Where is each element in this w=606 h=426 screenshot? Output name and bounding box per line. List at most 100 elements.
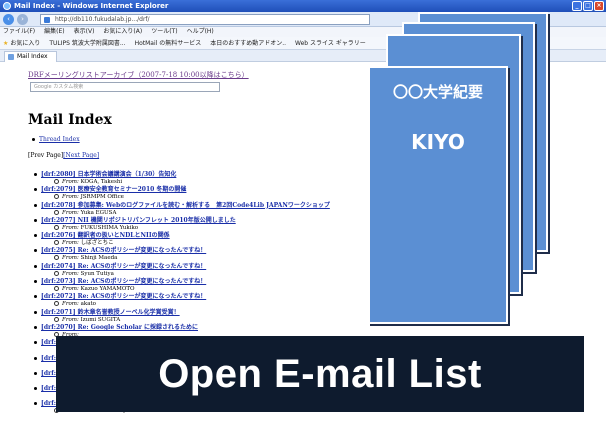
message-from: From: KOGA, Takeshi xyxy=(34,179,394,186)
message-subject-link[interactable]: [drf:2072] Re: ACSのポリシーが変更になったんですね！ xyxy=(34,293,394,301)
menu-help[interactable]: ヘルプ(H) xyxy=(187,27,214,37)
from-label: From: xyxy=(62,194,79,201)
message-subject-link[interactable]: [drf:2076] 翻訳者の扱いとNDLとNIIの関係 xyxy=(34,232,394,240)
bullet-icon xyxy=(34,280,37,284)
message-row: [drf:2072] Re: ACSのポリシーが変更になったんですね！ From:… xyxy=(34,293,394,308)
thread-index-link[interactable]: Thread Index xyxy=(39,136,80,143)
message-subject-text: [drf:2074] Re: ACSのポリシーが変更になったんですね！ xyxy=(41,262,207,270)
menu-file[interactable]: ファイル(F) xyxy=(3,27,35,37)
message-row: [drf:2075] Re: ACSのポリシーが変更になったんですね！ From:… xyxy=(34,247,394,262)
from-label: From: xyxy=(62,316,79,323)
from-name: Shinji Maeda xyxy=(80,255,118,262)
message-subject-link[interactable]: [drf:2070] Re: Google Scholar に採録されるために xyxy=(34,324,394,332)
back-button[interactable]: ‹ xyxy=(3,14,14,25)
bullet-icon xyxy=(34,325,37,329)
message-from: From: Syun Tutiya xyxy=(34,271,394,278)
favorite-item-hotmail[interactable]: HotMail の無料サービス xyxy=(135,37,202,49)
from-label: From: xyxy=(62,240,79,247)
next-page-link[interactable]: [Next Page] xyxy=(63,152,99,159)
message-subject-link[interactable]: [drf:2074] Re: ACSのポリシーが変更になったんですね！ xyxy=(34,263,394,271)
message-subject-text: [drf:2076] 翻訳者の扱いとNDLとNIIの関係 xyxy=(41,232,170,240)
bullet-icon xyxy=(34,387,37,391)
bullet-icon xyxy=(34,249,37,253)
message-row: [drf:2073] Re: ACSのポリシーが変更になったんですね！ From:… xyxy=(34,278,394,293)
search-input[interactable]: Google カスタム検索 xyxy=(30,82,220,92)
close-button[interactable]: × xyxy=(594,1,604,11)
message-subject-link[interactable]: [drf:2079] 医療安全教育セミナー2010 冬期の開催 xyxy=(34,186,394,194)
bullet-icon xyxy=(34,203,37,207)
url-input[interactable]: http://db110.fukudalab.jp.../drf/ xyxy=(40,14,370,25)
thread-index-item: Thread Index xyxy=(32,136,80,143)
message-subject-text: [drf:2079] 医療安全教育セミナー2010 冬期の開催 xyxy=(41,186,187,194)
message-subject-text: [drf:2078] 参加募集: Webのログファイルを読む・解析する 第2回C… xyxy=(41,201,330,209)
from-label: From: xyxy=(62,286,79,293)
journal-card-front: 〇〇大学紀要 KIYO xyxy=(368,66,508,324)
from-label: From: xyxy=(62,270,79,277)
archive-link[interactable]: DRFメーリングリストアーカイブ（2007-7-18 10:00以降はこちら） xyxy=(28,70,249,80)
from-name: しばざとちこ xyxy=(80,240,114,247)
bullet-icon xyxy=(34,310,37,314)
tab-mail-index[interactable]: Mail Index xyxy=(4,51,57,62)
from-name: KOGA, Takeshi xyxy=(80,179,123,185)
message-from: From: Izumi SUGITA xyxy=(34,317,394,324)
message-subject-link[interactable]: [drf:2075] Re: ACSのポリシーが変更になったんですね！ xyxy=(34,247,394,255)
message-subject-text: [drf:2070] Re: Google Scholar に採録されるために xyxy=(41,323,199,331)
message-from: From: akato xyxy=(34,301,394,308)
message-subject-link[interactable]: [drf:2077] NII 機関リポジトリパンフレット 2010年版公開しまし… xyxy=(34,217,394,225)
bullet-icon xyxy=(34,234,37,238)
open-email-list-banner: Open E-mail List xyxy=(56,336,584,412)
favorite-item-webslice[interactable]: Web スライス ギャラリー xyxy=(295,37,366,49)
message-subject-text: [drf:2071] 鈴木章名誉教授ノーベル化学賞受賞！ xyxy=(41,308,180,316)
message-row: [drf:2077] NII 機関リポジトリパンフレット 2010年版公開しまし… xyxy=(34,217,394,232)
bullet-icon xyxy=(34,356,37,360)
message-from: From: Yuka EGUSA xyxy=(34,210,394,217)
menu-tools[interactable]: ツール(T) xyxy=(151,27,177,37)
title-bar: Mail Index - Windows Internet Explorer _… xyxy=(0,0,606,12)
favorite-item-tulips[interactable]: TULIPS 筑波大学附属図書... xyxy=(49,37,125,49)
window-title: Mail Index - Windows Internet Explorer xyxy=(14,2,169,10)
message-subject-link[interactable]: [drf:2078] 参加募集: Webのログファイルを読む・解析する 第2回C… xyxy=(34,202,394,210)
bullet-icon xyxy=(32,138,35,141)
from-name: Izumi SUGITA xyxy=(80,316,121,323)
message-row: [drf:2074] Re: ACSのポリシーが変更になったんですね！ From:… xyxy=(34,263,394,278)
message-from: From: FUKUSHIMA Yukiko xyxy=(34,225,394,232)
from-name: Syun Tutiya xyxy=(80,270,114,277)
favorites-button[interactable]: ★ お気に入り xyxy=(3,37,40,49)
bullet-icon xyxy=(34,402,37,406)
forward-button[interactable]: › xyxy=(17,14,28,25)
from-label: From: xyxy=(62,224,79,231)
bullet-icon xyxy=(34,295,37,299)
message-row: [drf:2080] 日本学術会議講演会（1/30）告知化 From: KOGA,… xyxy=(34,171,394,186)
message-subject-link[interactable]: [drf:2073] Re: ACSのポリシーが変更になったんですね！ xyxy=(34,278,394,286)
menu-edit[interactable]: 編集(E) xyxy=(44,27,64,37)
message-subject-text: [drf:2072] Re: ACSのポリシーが変更になったんですね！ xyxy=(41,293,207,301)
bullet-icon xyxy=(34,173,37,176)
menu-view[interactable]: 表示(V) xyxy=(74,27,95,37)
message-from: From: Shinji Maeda xyxy=(34,255,394,262)
star-icon: ★ xyxy=(3,40,9,47)
from-label: From: xyxy=(62,179,79,185)
from-name: Yuka EGUSA xyxy=(80,209,117,216)
message-from: From: JSRMPM Office xyxy=(34,194,394,201)
bullet-icon xyxy=(34,371,37,375)
message-subject-link[interactable]: [drf:2071] 鈴木章名誉教授ノーベル化学賞受賞！ xyxy=(34,309,394,317)
menu-favorites[interactable]: お気に入り(A) xyxy=(103,27,142,37)
bullet-icon xyxy=(34,264,37,268)
minimize-button[interactable]: _ xyxy=(572,1,582,11)
from-label: From: xyxy=(62,301,79,308)
message-subject-link[interactable]: [drf:2080] 日本学術会議講演会（1/30）告知化 xyxy=(34,171,394,179)
prev-page-link: [Prev Page] xyxy=(28,152,64,159)
from-name: JSRMPM Office xyxy=(80,194,124,201)
from-name: FUKUSHIMA Yukiko xyxy=(80,224,139,231)
favorite-item-addon[interactable]: 本日のおすすめ動アドオン.. xyxy=(210,37,286,49)
maximize-button[interactable]: □ xyxy=(583,1,593,11)
message-subject-text: [drf:2077] NII 機関リポジトリパンフレット 2010年版公開しまし… xyxy=(41,216,236,224)
favorites-label: お気に入り xyxy=(10,40,41,47)
from-label: From: xyxy=(62,255,79,262)
page-title: Mail Index xyxy=(28,112,112,128)
bullet-icon xyxy=(34,218,37,222)
message-row: [drf:2078] 参加募集: Webのログファイルを読む・解析する 第2回C… xyxy=(34,202,394,217)
from-name: akato xyxy=(80,301,96,308)
message-subject-text: [drf:2073] Re: ACSのポリシーが変更になったんですね！ xyxy=(41,278,207,286)
card-subtitle: KIYO xyxy=(411,130,465,154)
